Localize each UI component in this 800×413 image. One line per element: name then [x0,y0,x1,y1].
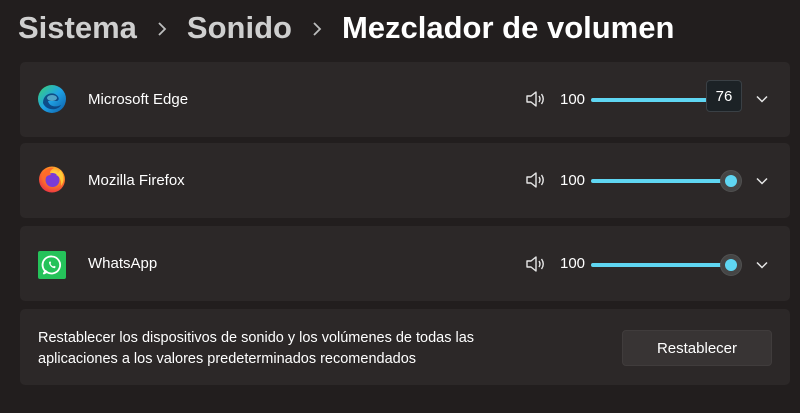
breadcrumb-item-sistema[interactable]: Sistema [18,10,137,46]
chevron-down-icon[interactable] [754,257,770,273]
slider-fill [591,263,731,267]
reset-card: Restablecer los dispositivos de sonido y… [20,309,790,385]
chevron-down-icon[interactable] [754,173,770,189]
speaker-icon[interactable] [525,253,547,275]
slider-fill [591,179,731,183]
edge-icon [38,85,66,113]
volume-slider[interactable] [591,170,742,192]
breadcrumb-item-sonido[interactable]: Sonido [187,10,292,46]
whatsapp-icon [38,251,66,279]
slider-thumb[interactable] [720,170,742,192]
page-title: Mezclador de volumen [341,10,675,45]
reset-button[interactable]: Restablecer [622,330,772,366]
chevron-down-icon[interactable] [754,91,770,107]
volume-value: 100 [560,91,586,108]
app-name: WhatsApp [88,255,158,272]
volume-tooltip: 76 [706,80,742,112]
reset-description-line: aplicaciones a los valores predeterminad… [38,351,417,367]
speaker-icon[interactable] [525,88,547,110]
chevron-right-icon [137,15,187,41]
breadcrumb: Sistema Sonido Mezclador de volumen [18,8,674,48]
slider-thumb[interactable] [720,254,742,276]
volume-value: 100 [560,255,586,272]
volume-value: 100 [560,172,586,189]
firefox-icon [39,166,65,193]
app-row-mozilla-firefox: Mozilla Firefox 100 [20,143,790,218]
speaker-icon[interactable] [525,169,547,191]
reset-description: Restablecer los dispositivos de sonido y… [38,328,578,370]
volume-slider[interactable] [591,254,742,276]
app-row-microsoft-edge: Microsoft Edge 100 76 [20,62,790,137]
chevron-right-icon [292,15,342,41]
reset-description-line: Restablecer los dispositivos de sonido y… [38,330,475,346]
app-name: Microsoft Edge [88,91,189,108]
app-row-whatsapp: WhatsApp 100 [20,226,790,301]
app-name: Mozilla Firefox [88,172,185,189]
